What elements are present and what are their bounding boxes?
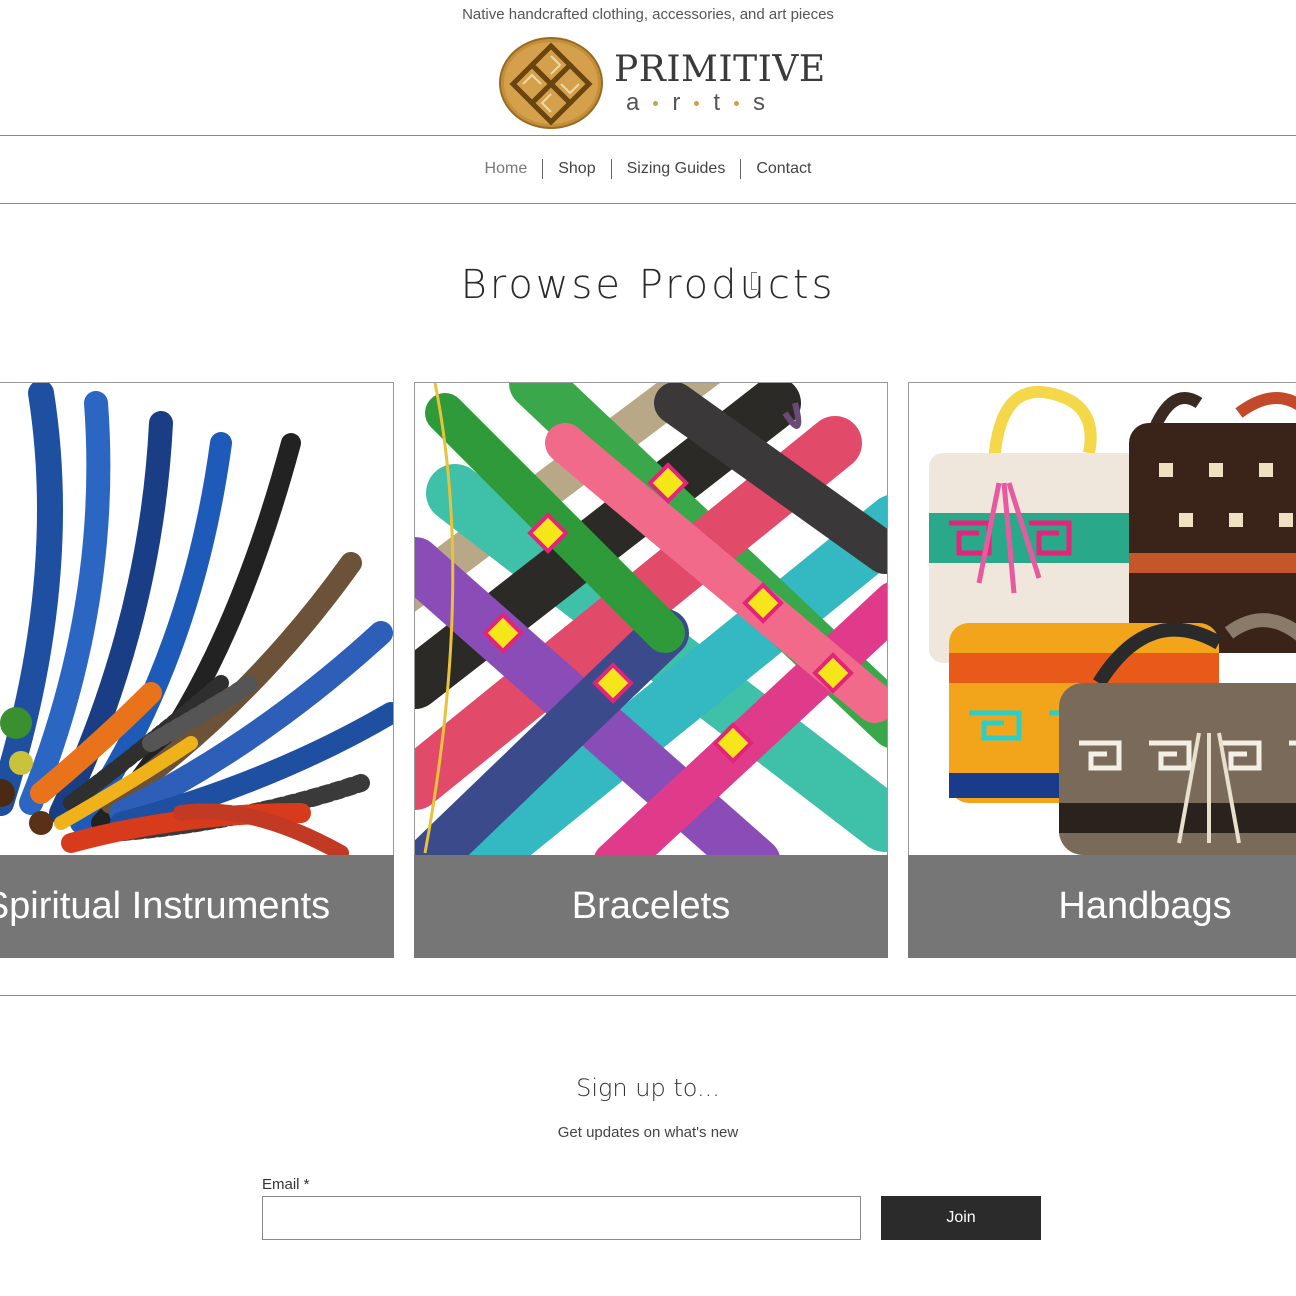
logo-letter: r bbox=[672, 89, 681, 116]
site-logo[interactable]: PRIMITIVE a r t s bbox=[498, 36, 825, 130]
logo-letter: a bbox=[626, 89, 640, 116]
product-card-spiritual-instruments[interactable]: Spiritual Instruments bbox=[0, 382, 394, 958]
nav-item-home[interactable]: Home bbox=[470, 160, 543, 178]
logo-letter: s bbox=[753, 89, 766, 116]
text-cursor-icon bbox=[751, 272, 757, 290]
section-divider bbox=[0, 995, 1296, 996]
feathers-image bbox=[0, 382, 394, 856]
signup-title: Sign up to... bbox=[576, 1074, 720, 1102]
logo-dot-icon bbox=[734, 100, 740, 106]
logo-dot-icon bbox=[653, 100, 659, 106]
logo-letter: t bbox=[713, 89, 721, 116]
product-label: Spiritual Instruments bbox=[0, 855, 394, 958]
main-nav: Home Shop Sizing Guides Contact bbox=[0, 154, 1296, 184]
logo-dot-icon bbox=[694, 100, 700, 106]
nav-item-sizing-guides[interactable]: Sizing Guides bbox=[612, 160, 741, 178]
header-divider bbox=[0, 135, 1296, 136]
logo-wordmark: PRIMITIVE a r t s bbox=[614, 50, 826, 116]
page: Native handcrafted clothing, accessories… bbox=[0, 0, 1296, 1296]
nav-item-contact[interactable]: Contact bbox=[741, 160, 826, 178]
product-label: Handbags bbox=[908, 855, 1296, 958]
page-title: Browse Products bbox=[460, 262, 836, 308]
logo-badge-icon bbox=[499, 37, 603, 129]
logo-secondary-text: a r t s bbox=[626, 90, 826, 116]
product-card-handbags[interactable]: Handbags bbox=[908, 382, 1296, 958]
email-label: Email * bbox=[262, 1176, 310, 1193]
product-card-bracelets[interactable]: Bracelets bbox=[414, 382, 888, 958]
site-tagline: Native handcrafted clothing, accessories… bbox=[462, 6, 834, 23]
nav-divider-line bbox=[0, 203, 1296, 204]
handbags-image bbox=[908, 382, 1296, 856]
signup-subtitle: Get updates on what's new bbox=[557, 1124, 739, 1141]
nav-item-shop[interactable]: Shop bbox=[543, 160, 610, 178]
logo-primary-text: PRIMITIVE bbox=[614, 49, 826, 90]
product-label: Bracelets bbox=[414, 855, 888, 958]
join-button[interactable]: Join bbox=[881, 1196, 1041, 1240]
bracelets-image bbox=[414, 382, 888, 856]
email-field[interactable] bbox=[262, 1196, 861, 1240]
